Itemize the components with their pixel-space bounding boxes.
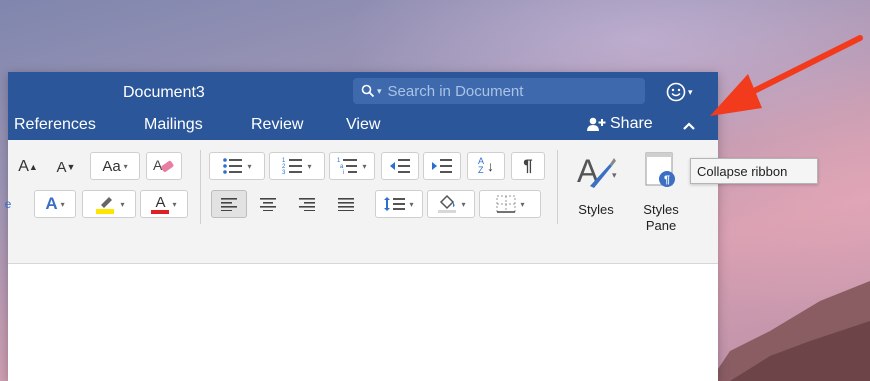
highlight-icon — [96, 197, 115, 214]
text-effects-button[interactable]: A ▾ — [34, 190, 76, 218]
styles-pane-label-2: Pane — [645, 218, 677, 233]
share-label: Share — [610, 115, 653, 132]
align-center-icon — [260, 198, 276, 211]
shrink-font-icon: A — [56, 158, 67, 176]
collapse-ribbon-button[interactable] — [678, 115, 700, 137]
ribbon-separator — [557, 150, 558, 224]
svg-text:A: A — [153, 157, 163, 173]
grow-font-icon: A — [18, 158, 29, 175]
decrease-indent-icon — [390, 159, 410, 173]
ribbon-separator — [200, 150, 201, 224]
decrease-indent-button[interactable] — [381, 152, 419, 180]
search-icon — [361, 84, 375, 98]
align-right-button[interactable] — [289, 190, 325, 218]
multilevel-list-icon: 1 a i — [337, 158, 358, 175]
multilevel-list-button[interactable]: 1 a i ▾ — [329, 152, 375, 180]
align-left-icon — [221, 198, 237, 211]
clear-formatting-button[interactable]: A — [146, 152, 182, 180]
clear-formatting-icon: A — [153, 157, 174, 173]
word-window: Document3 ▾ Search in Document ▾ Referen… — [5, 72, 718, 381]
justify-button[interactable] — [328, 190, 364, 218]
highlight-button[interactable]: ▾ — [82, 190, 136, 218]
line-spacing-icon — [384, 197, 406, 211]
tab-view[interactable]: View — [346, 116, 380, 134]
home-ribbon: A ▲ A ▼ Aa ▾ A e A ▾ ▾ A ▾ ▾ 1 2 3 ▾ 1 a… — [5, 140, 718, 264]
borders-icon — [496, 195, 516, 213]
svg-text:3: 3 — [282, 170, 286, 175]
chevron-up-icon — [683, 122, 695, 130]
styles-pane-label-1: Styles — [643, 202, 679, 217]
tab-review[interactable]: Review — [251, 116, 303, 134]
share-button[interactable]: Share — [586, 115, 653, 133]
paragraph-mark-icon: ¶ — [523, 156, 533, 175]
desktop-mountain — [710, 281, 870, 381]
share-person-icon — [587, 117, 606, 131]
increase-indent-button[interactable] — [423, 152, 461, 180]
show-formatting-marks-button[interactable]: ¶ — [511, 152, 545, 180]
feedback-button[interactable]: ▾ — [666, 80, 702, 104]
smiley-feedback-icon — [666, 82, 686, 102]
svg-text:i: i — [343, 170, 344, 175]
search-options-chevron-icon: ▾ — [377, 85, 382, 96]
align-center-button[interactable] — [250, 190, 286, 218]
search-in-document-input[interactable]: ▾ Search in Document — [353, 78, 645, 104]
sort-letter-z: Z — [477, 165, 484, 175]
document-canvas[interactable] — [8, 264, 718, 381]
shading-button[interactable]: ▾ — [427, 190, 475, 218]
chevron-down-icon: ▾ — [688, 86, 693, 97]
grow-font-button[interactable]: A ▲ — [10, 153, 46, 181]
align-right-icon — [299, 198, 315, 211]
svg-text:▾: ▾ — [612, 170, 617, 180]
ribbon-tab-bar: References Mailings Review View Share — [8, 112, 718, 140]
increase-indent-icon — [432, 159, 452, 173]
line-spacing-button[interactable]: ▾ — [375, 190, 423, 218]
tab-references[interactable]: References — [14, 116, 96, 134]
align-left-button[interactable] — [211, 190, 247, 218]
styles-label: Styles — [578, 202, 614, 217]
svg-text:¶: ¶ — [664, 174, 670, 186]
font-color-icon: A — [155, 193, 166, 211]
bullets-icon — [223, 158, 243, 174]
bullets-button[interactable]: ▾ — [209, 152, 265, 180]
search-placeholder: Search in Document — [387, 82, 524, 100]
numbering-button[interactable]: 1 2 3 ▾ — [269, 152, 325, 180]
font-group-edge: e — [4, 197, 12, 211]
sort-icon: A Z ↓ — [477, 156, 494, 175]
sort-button[interactable]: A Z ↓ — [467, 152, 505, 180]
shading-icon — [438, 194, 457, 213]
styles-pane-button[interactable]: ¶ — [640, 150, 680, 190]
font-color-button[interactable]: A ▾ — [140, 190, 188, 218]
styles-pane-icon: ¶ — [645, 152, 675, 187]
collapse-ribbon-tooltip: Collapse ribbon — [690, 158, 818, 184]
shrink-font-button[interactable]: A ▼ — [48, 153, 84, 181]
numbering-icon: 1 2 3 — [282, 158, 303, 175]
annotation-arrow — [710, 35, 863, 116]
styles-icon: A ▾ — [577, 153, 617, 188]
change-case-button[interactable]: Aa ▾ — [90, 152, 140, 180]
tab-mailings[interactable]: Mailings — [144, 116, 203, 134]
text-effects-icon: A — [45, 194, 58, 213]
document-title: Document3 — [123, 84, 205, 101]
borders-button[interactable]: ▾ — [479, 190, 541, 218]
styles-gallery-button[interactable]: A ▾ — [570, 150, 626, 190]
change-case-icon: Aa — [102, 157, 121, 175]
title-bar: Document3 ▾ Search in Document ▾ — [8, 72, 718, 112]
justify-icon — [338, 198, 354, 211]
